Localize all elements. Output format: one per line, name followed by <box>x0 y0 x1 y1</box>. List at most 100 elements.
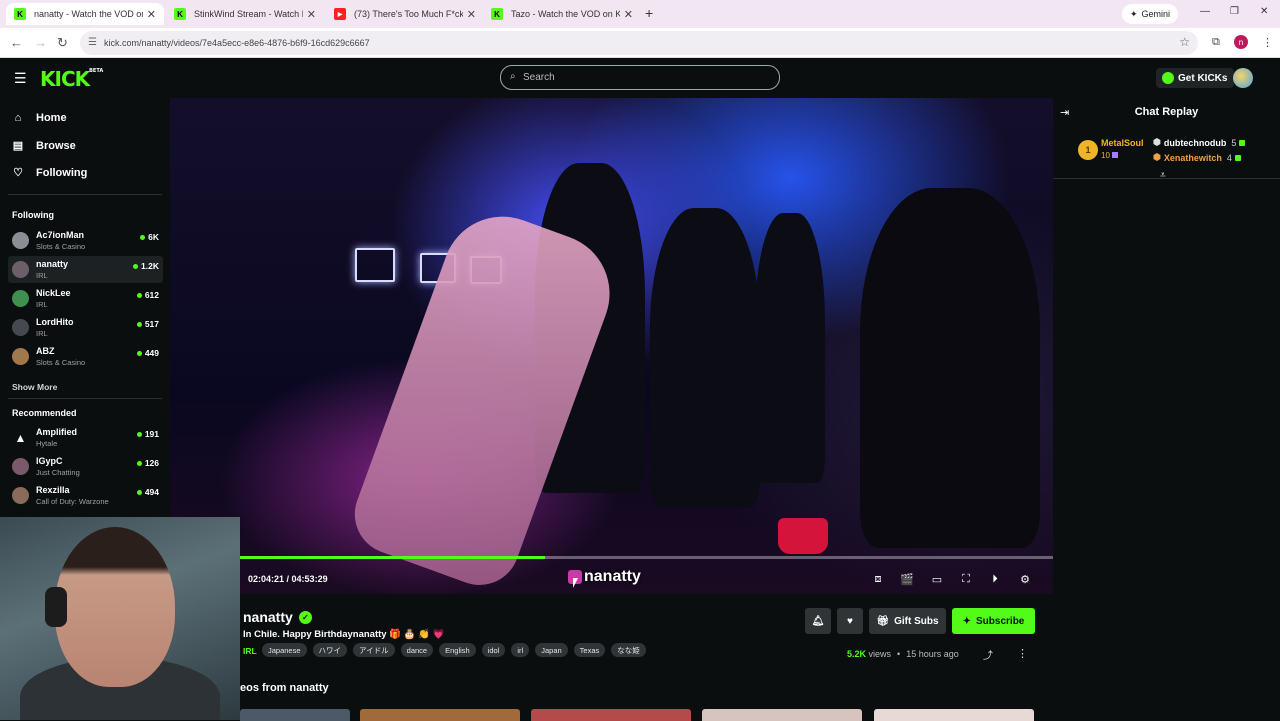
search-input[interactable]: ⌕ Search <box>500 65 780 90</box>
bookmark-star-icon[interactable]: ☆ <box>1179 35 1190 49</box>
close-tab-icon[interactable]: ✕ <box>307 8 316 21</box>
browser-tab-3[interactable]: ▶ (73) There's Too Much F*cking ✕ <box>326 3 484 25</box>
video-thumbnail[interactable] <box>874 709 1034 721</box>
gemini-button[interactable]: ✦ Gemini <box>1122 4 1179 24</box>
reload-icon[interactable]: ↻ <box>57 35 68 51</box>
sidebar-item-following[interactable]: ♡ Following <box>12 166 87 180</box>
viewer-count-value: 449 <box>144 348 159 358</box>
following-channel[interactable]: nanatty IRL 1.2K <box>8 256 163 283</box>
seek-bar[interactable] <box>240 556 1053 559</box>
site-info-icon[interactable]: ☰ <box>88 37 97 48</box>
kick-favicon-icon: K <box>491 8 503 20</box>
minimize-icon[interactable]: — <box>1200 6 1210 17</box>
live-dot-icon <box>140 234 146 240</box>
tag-chip[interactable]: Japan <box>535 643 568 657</box>
fullscreen-icon[interactable]: ⛶ <box>959 573 973 586</box>
playback-speed-icon[interactable]: ⏵ <box>988 573 1002 586</box>
following-channel[interactable]: Ac7ionMan Slots & Casino 6K <box>8 227 163 254</box>
browser-tab-4[interactable]: K Tazo - Watch the VOD on Kick ✕ <box>483 3 641 25</box>
kick-logo[interactable]: KICKBETA <box>40 67 103 91</box>
more-options-icon[interactable]: ⋮ <box>1017 647 1028 660</box>
kick-favicon-icon: K <box>14 8 26 20</box>
theater-mode-icon[interactable]: ▭ <box>930 573 944 586</box>
channel-category: IRL <box>36 300 48 309</box>
sidebar-item-browse[interactable]: ▤ Browse <box>12 139 76 153</box>
video-thumbnail[interactable] <box>240 709 350 721</box>
url-text: kick.com/nanatty/videos/7e4a5ecc-e8e6-48… <box>104 38 370 48</box>
live-dot-icon <box>136 321 142 327</box>
tag-chip[interactable]: idol <box>481 643 506 657</box>
clip-icon[interactable]: 🎬 <box>900 573 914 586</box>
gift-icon <box>1234 154 1241 161</box>
profile-avatar[interactable]: n <box>1234 35 1248 49</box>
channel-name: nanatty <box>36 259 69 269</box>
tab-title: StinkWind Stream - Watch Live <box>194 9 303 19</box>
channel-name: ABZ <box>36 346 55 356</box>
hamburger-menu-icon[interactable]: ☰ <box>14 70 27 87</box>
video-player[interactable]: nanatty <box>170 98 1053 594</box>
star-icon: ✦ <box>962 615 972 627</box>
recommended-channel[interactable]: Rexzilla Call of Duty: Warzone 494 <box>8 482 163 509</box>
sidebar-item-label: Home <box>36 112 67 124</box>
video-thumbnail[interactable] <box>360 709 520 721</box>
video-watermark: nanatty <box>568 568 641 586</box>
channel-category: Slots & Casino <box>36 358 86 367</box>
recommended-channel[interactable]: lGypC Just Chatting 126 <box>8 453 163 480</box>
video-thumbnail[interactable] <box>702 709 862 721</box>
close-tab-icon[interactable]: ✕ <box>467 8 476 21</box>
channel-name: lGypC <box>36 456 63 466</box>
heart-icon: ♡ <box>13 167 23 179</box>
streamer-name[interactable]: nanatty ✓ <box>243 609 312 625</box>
neon-panel <box>355 248 395 282</box>
browser-menu-icon[interactable]: ⋮ <box>1262 36 1273 49</box>
recommended-channel[interactable]: ▲ Amplified Hytale 191 <box>8 424 163 451</box>
following-channel[interactable]: LordHito IRL 517 <box>8 314 163 341</box>
get-kicks-button[interactable]: Get KICKs <box>1156 68 1235 88</box>
browser-tab-2[interactable]: K StinkWind Stream - Watch Live ✕ <box>166 3 324 25</box>
tag-chip[interactable]: なな姫 <box>611 643 646 657</box>
following-channel[interactable]: NickLee IRL 612 <box>8 285 163 312</box>
maximize-icon[interactable]: ❐ <box>1230 6 1239 17</box>
top-gifter-name[interactable]: MetalSoul <box>1101 138 1144 148</box>
close-tab-icon[interactable]: ✕ <box>147 8 156 21</box>
current-time: 02:04:21 <box>248 574 285 584</box>
videos-section-title: eos from nanatty <box>240 682 329 694</box>
tag-chip[interactable]: Texas <box>573 643 606 657</box>
browser-tab-1[interactable]: K nanatty - Watch the VOD on K ✕ <box>6 3 164 25</box>
forward-icon[interactable]: → <box>34 35 47 50</box>
follow-button[interactable]: ♥ <box>837 608 863 634</box>
new-tab-button[interactable]: + <box>645 5 653 21</box>
tag-chip[interactable]: アイドル <box>353 643 395 657</box>
subscribe-button[interactable]: ✦ Subscribe <box>952 608 1035 634</box>
logo-text: KICK <box>40 67 90 91</box>
extensions-icon[interactable]: ⧉ <box>1212 36 1220 49</box>
sidebar-item-home[interactable]: ⌂ Home <box>12 112 67 124</box>
tag-chip[interactable]: irl <box>511 643 530 657</box>
url-field[interactable]: ☰ kick.com/nanatty/videos/7e4a5ecc-e8e6-… <box>80 31 1198 55</box>
close-window-icon[interactable]: ✕ <box>1260 6 1268 17</box>
search-icon: ⌕ <box>510 71 516 82</box>
tag-chip[interactable]: dance <box>400 643 434 657</box>
category-link[interactable]: IRL <box>243 646 257 656</box>
stream-title: In Chile. Happy Birthdaynanatty 🎁 🎂 👏 💗 <box>243 629 445 640</box>
notifications-button[interactable]: 🔔︎ <box>805 608 831 634</box>
user-avatar[interactable] <box>1233 68 1253 88</box>
miniplayer-icon[interactable]: ⧈ <box>871 573 885 586</box>
share-icon[interactable]: ⤴ <box>983 647 993 662</box>
show-more-link[interactable]: Show More <box>12 382 57 392</box>
gift-subs-button[interactable]: 🎁︎ Gift Subs <box>869 608 946 634</box>
gifter-row[interactable]: ⬢ dubtechnodub 5 <box>1153 137 1246 148</box>
gifter-count: 4 <box>1226 152 1232 163</box>
gifter-count: 5 <box>1231 137 1237 148</box>
gifter-row[interactable]: ⬢ Xenathewitch 4 <box>1153 152 1241 163</box>
settings-gear-icon[interactable]: ⚙ <box>1018 573 1032 586</box>
back-icon[interactable]: ← <box>10 35 23 50</box>
expand-gifters-icon[interactable]: ⩡ <box>1160 170 1166 181</box>
close-tab-icon[interactable]: ✕ <box>624 8 633 21</box>
tag-chip[interactable]: Japanese <box>262 643 307 657</box>
following-channel[interactable]: ABZ Slots & Casino 449 <box>8 343 163 370</box>
tag-chip[interactable]: ハワイ <box>312 643 348 657</box>
video-thumbnail[interactable] <box>531 709 691 721</box>
channel-avatar <box>12 261 29 278</box>
tag-chip[interactable]: English <box>439 643 476 657</box>
